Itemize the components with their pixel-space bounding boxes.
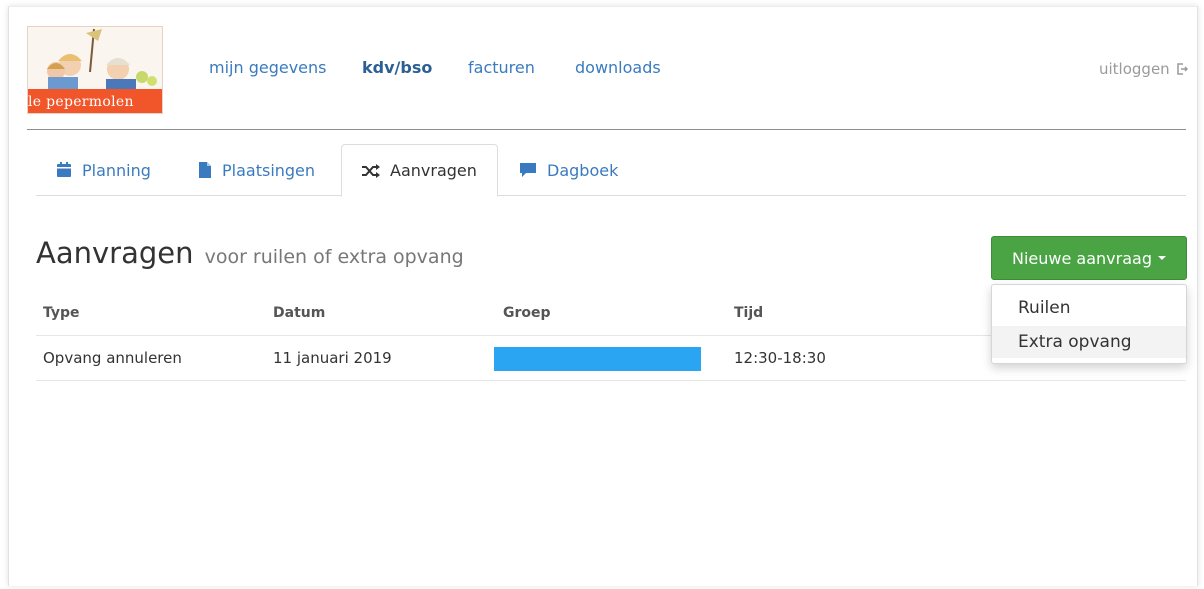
table-row-divider — [36, 380, 1186, 381]
tab-planning[interactable]: Planning — [36, 144, 171, 196]
tab-plaatsingen[interactable]: Plaatsingen — [178, 144, 335, 196]
column-header-datum: Datum — [273, 305, 326, 321]
column-header-tijd: Tijd — [734, 305, 764, 321]
dropdown-item-extra-opvang[interactable]: Extra opvang — [992, 326, 1186, 358]
logout-label: uitloggen — [1099, 60, 1170, 78]
column-header-groep: Groep — [503, 305, 551, 321]
comment-icon — [520, 163, 536, 177]
new-request-dropdown: Ruilen Extra opvang — [991, 284, 1187, 364]
cell-tijd: 12:30-18:30 — [734, 349, 826, 367]
tab-dagboek-label: Dagboek — [547, 160, 619, 180]
cell-groep-color-bar — [494, 347, 701, 371]
logo-text: le pepermolen — [28, 89, 162, 113]
new-request-button[interactable]: Nieuwe aanvraag — [991, 236, 1187, 280]
dropdown-item-ruilen[interactable]: Ruilen — [992, 292, 1186, 324]
nav-kdv-bso[interactable]: kdv/bso — [362, 58, 432, 77]
nav-facturen[interactable]: facturen — [468, 58, 535, 77]
nav-downloads[interactable]: downloads — [575, 58, 661, 77]
caret-down-icon — [1157, 256, 1166, 260]
header-divider — [27, 129, 1186, 130]
sign-out-icon — [1177, 63, 1189, 75]
tab-planning-label: Planning — [82, 160, 151, 180]
tab-dagboek[interactable]: Dagboek — [499, 144, 638, 196]
calendar-icon — [57, 162, 71, 177]
logo[interactable]: le pepermolen — [27, 26, 163, 114]
tab-aanvragen-label: Aanvragen — [390, 161, 477, 180]
tab-plaatsingen-label: Plaatsingen — [222, 160, 316, 180]
page-title: Aanvragen voor ruilen of extra opvang — [36, 236, 464, 270]
new-request-label: Nieuwe aanvraag — [1012, 248, 1152, 268]
page-subtitle: voor ruilen of extra opvang — [204, 246, 464, 268]
page-title-main: Aanvragen — [36, 236, 194, 270]
nav-mijn-gegevens[interactable]: mijn gegevens — [209, 58, 327, 77]
cell-datum: 11 januari 2019 — [273, 349, 392, 367]
shuffle-icon — [362, 163, 380, 178]
logo-illustration — [28, 27, 162, 89]
cell-type: Opvang annuleren — [43, 349, 182, 367]
tab-bar: Planning Plaatsingen Aanvragen Dagboek — [36, 144, 1186, 197]
tab-aanvragen[interactable]: Aanvragen — [341, 144, 498, 197]
logout-link[interactable]: uitloggen — [1099, 60, 1189, 78]
column-header-type: Type — [43, 305, 80, 321]
file-icon — [199, 162, 211, 178]
